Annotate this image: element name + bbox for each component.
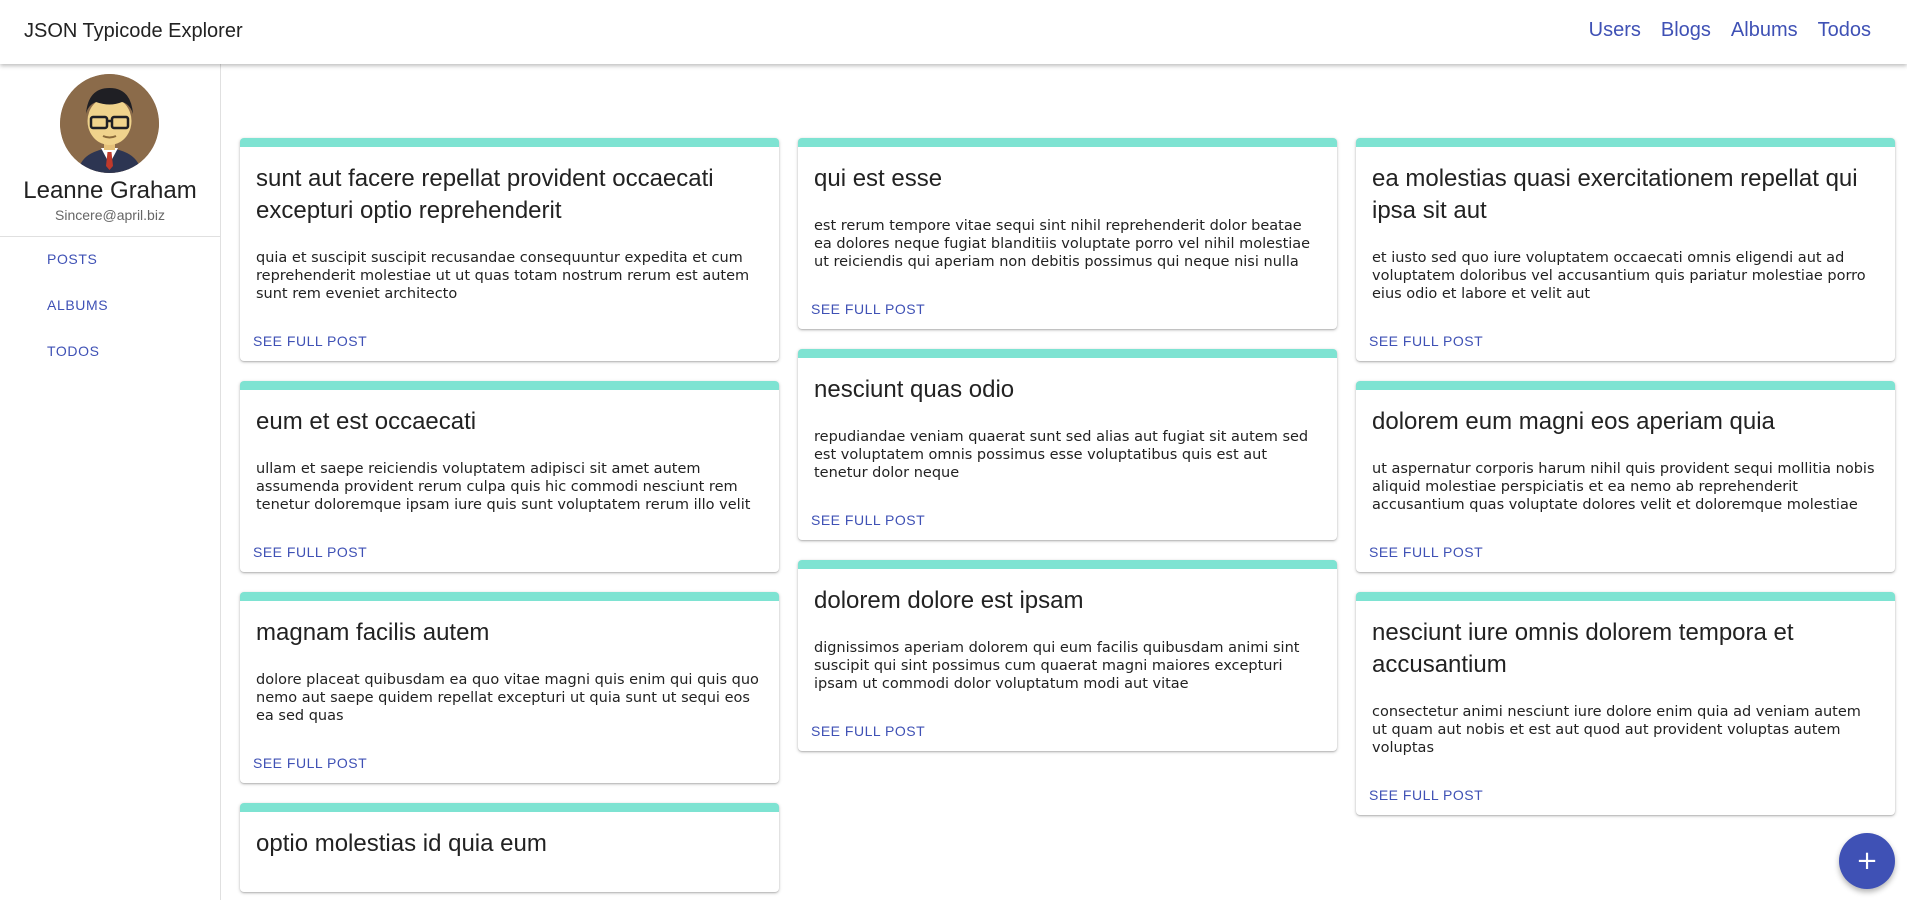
post-title: nesciunt quas odio <box>814 376 1015 403</box>
posts-column-3: ea molestias quasi exercitationem repell… <box>1356 138 1895 892</box>
sidebar-item-posts[interactable]: POSTS <box>0 236 220 282</box>
post-body: dignissimos aperiam dolorem qui eum faci… <box>814 640 1300 692</box>
post-title: ea molestias quasi exercitationem repell… <box>1372 165 1858 224</box>
post-card: eum et est occaecati ullam et saepe reic… <box>240 381 779 572</box>
user-name: Leanne Graham <box>23 177 197 204</box>
post-body: dolore placeat quibusdam ea quo vitae ma… <box>256 672 759 724</box>
app-bar: JSON Typicode Explorer Users Blogs Album… <box>0 0 1907 64</box>
sidebar-item-albums[interactable]: ALBUMS <box>0 282 220 328</box>
post-body: ut aspernatur corporis harum nihil quis … <box>1372 461 1875 513</box>
see-full-post-button[interactable]: SEE FULL POST <box>811 510 925 530</box>
see-full-post-button[interactable]: SEE FULL POST <box>253 331 367 351</box>
post-title: eum et est occaecati <box>256 408 477 435</box>
post-card: optio molestias id quia eum <box>240 803 779 892</box>
post-body: et iusto sed quo iure voluptatem occaeca… <box>1372 250 1866 302</box>
see-full-post-button[interactable]: SEE FULL POST <box>253 753 367 773</box>
posts-column-2: qui est esse est rerum tempore vitae seq… <box>798 138 1337 892</box>
avatar-illustration-icon <box>60 74 159 173</box>
post-body: repudiandae veniam quaerat sunt sed alia… <box>814 429 1309 481</box>
plus-icon: + <box>1856 846 1878 876</box>
post-card: nesciunt iure omnis dolorem tempora et a… <box>1356 592 1895 815</box>
sidebar-menu: POSTS ALBUMS TODOS <box>0 236 220 374</box>
see-full-post-button[interactable]: SEE FULL POST <box>253 542 367 562</box>
nav-link-albums[interactable]: Albums <box>1731 19 1798 42</box>
posts-grid: sunt aut facere repellat provident occae… <box>240 138 1896 892</box>
post-card: dolorem dolore est ipsam dignissimos ape… <box>798 560 1337 751</box>
post-title: dolorem eum magni eos aperiam quia <box>1372 408 1775 435</box>
post-body: ullam et saepe reiciendis voluptatem adi… <box>256 461 751 513</box>
nav-link-users[interactable]: Users <box>1589 19 1641 42</box>
post-body: quia et suscipit suscipit recusandae con… <box>256 250 750 302</box>
post-card: sunt aut facere repellat provident occae… <box>240 138 779 361</box>
app-title: JSON Typicode Explorer <box>24 20 243 42</box>
post-card: ea molestias quasi exercitationem repell… <box>1356 138 1895 361</box>
avatar <box>60 74 159 173</box>
post-title: nesciunt iure omnis dolorem tempora et a… <box>1372 619 1794 678</box>
see-full-post-button[interactable]: SEE FULL POST <box>1369 785 1483 805</box>
sidebar: Leanne Graham Sincere@april.biz POSTS AL… <box>0 64 221 900</box>
see-full-post-button[interactable]: SEE FULL POST <box>1369 331 1483 351</box>
see-full-post-button[interactable]: SEE FULL POST <box>811 721 925 741</box>
post-body: est rerum tempore vitae sequi sint nihil… <box>814 218 1311 270</box>
add-post-button[interactable]: + <box>1839 833 1895 889</box>
post-title: sunt aut facere repellat provident occae… <box>256 165 714 224</box>
post-title: magnam facilis autem <box>256 619 490 646</box>
post-card: dolorem eum magni eos aperiam quia ut as… <box>1356 381 1895 572</box>
post-title: qui est esse <box>814 165 943 192</box>
post-title: optio molestias id quia eum <box>256 830 547 857</box>
post-title: dolorem dolore est ipsam <box>814 587 1084 614</box>
sidebar-item-todos[interactable]: TODOS <box>0 328 220 374</box>
see-full-post-button[interactable]: SEE FULL POST <box>1369 542 1483 562</box>
see-full-post-button[interactable]: SEE FULL POST <box>811 299 925 319</box>
post-card: nesciunt quas odio repudiandae veniam qu… <box>798 349 1337 540</box>
user-email: Sincere@april.biz <box>55 207 165 223</box>
nav-link-todos[interactable]: Todos <box>1818 19 1871 42</box>
post-card: qui est esse est rerum tempore vitae seq… <box>798 138 1337 329</box>
post-body: consectetur animi nesciunt iure dolore e… <box>1372 704 1861 756</box>
top-nav: Users Blogs Albums Todos <box>1589 19 1871 42</box>
posts-column-1: sunt aut facere repellat provident occae… <box>240 138 779 892</box>
post-card: magnam facilis autem dolore placeat quib… <box>240 592 779 783</box>
nav-link-blogs[interactable]: Blogs <box>1661 19 1711 42</box>
